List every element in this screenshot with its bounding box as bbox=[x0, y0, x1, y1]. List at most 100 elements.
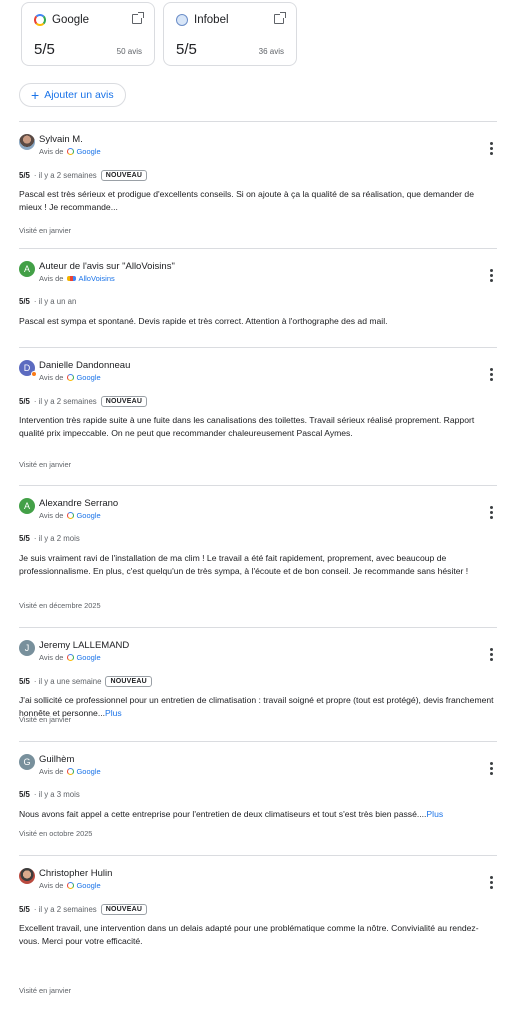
review-author[interactable]: Sylvain M. bbox=[39, 134, 83, 145]
more-options-icon[interactable] bbox=[490, 368, 493, 383]
add-review-button[interactable]: + Ajouter un avis bbox=[19, 83, 126, 107]
review-author[interactable]: Auteur de l'avis sur "AlloVoisins" bbox=[39, 261, 175, 272]
visit-date: Visité en décembre 2025 bbox=[19, 601, 101, 610]
review-source: Avis de Google bbox=[39, 653, 101, 662]
source-prefix: Avis de bbox=[39, 881, 64, 890]
google-logo-icon bbox=[67, 654, 75, 661]
source-review-count: 36 avis bbox=[258, 47, 284, 56]
review-item: G Guilhèm Avis de Google 5/5 · il y a 3 … bbox=[19, 741, 497, 855]
review-author[interactable]: Danielle Dandonneau bbox=[39, 360, 130, 371]
add-review-label: Ajouter un avis bbox=[44, 89, 114, 101]
review-body: Pascal est très sérieux et prodigue d'ex… bbox=[19, 189, 474, 212]
new-badge: NOUVEAU bbox=[105, 676, 152, 687]
source-score: 5/5 bbox=[176, 41, 197, 58]
review-score: 5/5 bbox=[19, 905, 30, 914]
review-time: · il y a 3 mois bbox=[33, 790, 80, 799]
source-card-header: Google bbox=[34, 14, 89, 26]
source-name[interactable]: Google bbox=[76, 147, 100, 156]
review-item: J Jeremy LALLEMAND Avis de Google 5/5 · … bbox=[19, 627, 497, 741]
visit-date: Visité en janvier bbox=[19, 986, 72, 995]
source-card-infobel[interactable]: Infobel 5/5 36 avis bbox=[163, 2, 297, 66]
review-time: · il y a une semaine bbox=[33, 677, 102, 686]
avatar-initial: G bbox=[23, 757, 31, 767]
review-item: Christopher Hulin Avis de Google 5/5 · i… bbox=[19, 855, 497, 1017]
review-score: 5/5 bbox=[19, 171, 30, 180]
review-body: Nous avons fait appel a cette entreprise… bbox=[19, 809, 427, 819]
source-prefix: Avis de bbox=[39, 511, 64, 520]
visit-date: Visité en janvier bbox=[19, 460, 72, 469]
avatar[interactable]: A bbox=[19, 261, 35, 277]
avatar[interactable]: A bbox=[19, 498, 35, 514]
source-name[interactable]: Google bbox=[76, 511, 100, 520]
source-name[interactable]: Google bbox=[76, 653, 100, 662]
review-meta: 5/5 · il y a 2 semaines NOUVEAU bbox=[19, 170, 148, 181]
review-author[interactable]: Alexandre Serrano bbox=[39, 498, 118, 509]
plus-icon: + bbox=[31, 87, 40, 103]
review-meta: 5/5 · il y a une semaine NOUVEAU bbox=[19, 676, 152, 687]
review-author[interactable]: Jeremy LALLEMAND bbox=[39, 640, 129, 651]
source-card-header: Infobel bbox=[176, 14, 229, 26]
source-prefix: Avis de bbox=[39, 147, 64, 156]
review-body: J'ai sollicité ce professionnel pour un … bbox=[19, 695, 494, 718]
review-item: A Auteur de l'avis sur "AlloVoisins" Avi… bbox=[19, 248, 497, 347]
review-author[interactable]: Guilhèm bbox=[39, 754, 74, 765]
avatar[interactable]: G bbox=[19, 754, 35, 770]
google-logo-icon bbox=[67, 882, 75, 889]
allovoisins-logo-icon bbox=[67, 276, 77, 281]
external-link-icon[interactable] bbox=[274, 12, 286, 24]
source-name[interactable]: Google bbox=[76, 373, 100, 382]
review-meta: 5/5 · il y a 2 semaines NOUVEAU bbox=[19, 904, 148, 915]
avatar[interactable] bbox=[19, 868, 35, 884]
avatar[interactable]: J bbox=[19, 640, 35, 656]
read-more-link[interactable]: Plus bbox=[426, 809, 443, 819]
review-text: Pascal est sympa et spontané. Devis rapi… bbox=[19, 315, 497, 328]
review-author[interactable]: Christopher Hulin bbox=[39, 868, 112, 879]
review-meta: 5/5 · il y a un an bbox=[19, 297, 76, 306]
avatar-initial: A bbox=[23, 501, 30, 511]
review-text: Nous avons fait appel a cette entreprise… bbox=[19, 808, 497, 821]
avatar[interactable]: D bbox=[19, 360, 37, 377]
new-badge: NOUVEAU bbox=[100, 904, 148, 915]
review-text: Intervention très rapide suite à une fui… bbox=[19, 414, 497, 440]
review-time: · il y a un an bbox=[33, 297, 77, 306]
google-logo-icon bbox=[67, 374, 75, 381]
review-source: Avis de Google bbox=[39, 147, 101, 156]
more-options-icon[interactable] bbox=[490, 506, 493, 521]
read-more-link[interactable]: Plus bbox=[105, 708, 122, 718]
review-score: 5/5 bbox=[19, 397, 30, 406]
more-options-icon[interactable] bbox=[490, 142, 493, 157]
external-link-icon[interactable] bbox=[132, 12, 144, 24]
review-source: Avis de AlloVoisins bbox=[39, 274, 115, 283]
avatar-initial: J bbox=[24, 643, 30, 653]
google-logo-icon bbox=[67, 148, 75, 155]
source-score: 5/5 bbox=[34, 41, 55, 58]
google-logo-icon bbox=[67, 512, 75, 519]
avatar[interactable] bbox=[19, 134, 35, 150]
review-meta: 5/5 · il y a 3 mois bbox=[19, 790, 80, 799]
more-options-icon[interactable] bbox=[490, 876, 493, 891]
google-logo-icon bbox=[34, 14, 46, 26]
source-name: Infobel bbox=[194, 14, 229, 26]
source-name[interactable]: Google bbox=[76, 881, 100, 890]
review-text: Pascal est très sérieux et prodigue d'ex… bbox=[19, 188, 497, 214]
review-text: Excellent travail, une intervention dans… bbox=[19, 922, 497, 948]
review-source: Avis de Google bbox=[39, 511, 101, 520]
review-source: Avis de Google bbox=[39, 373, 101, 382]
source-name[interactable]: Google bbox=[76, 767, 100, 776]
new-badge: NOUVEAU bbox=[100, 170, 148, 181]
visit-date: Visité en octobre 2025 bbox=[19, 829, 93, 838]
review-body: Pascal est sympa et spontané. Devis rapi… bbox=[19, 316, 388, 326]
source-prefix: Avis de bbox=[39, 373, 64, 382]
source-cards: Google 5/5 50 avis Infobel 5/5 36 avis bbox=[21, 2, 297, 66]
source-card-google[interactable]: Google 5/5 50 avis bbox=[21, 2, 155, 66]
avatar-initial: A bbox=[23, 264, 30, 274]
review-text: Je suis vraiment ravi de l'installation … bbox=[19, 552, 497, 578]
google-logo-icon bbox=[67, 768, 75, 775]
visit-date: Visité en janvier bbox=[19, 226, 72, 235]
source-name[interactable]: AlloVoisins bbox=[78, 274, 114, 283]
local-guide-badge bbox=[31, 371, 37, 377]
source-prefix: Avis de bbox=[39, 767, 64, 776]
more-options-icon[interactable] bbox=[490, 762, 493, 777]
more-options-icon[interactable] bbox=[490, 648, 493, 663]
more-options-icon[interactable] bbox=[490, 269, 493, 284]
